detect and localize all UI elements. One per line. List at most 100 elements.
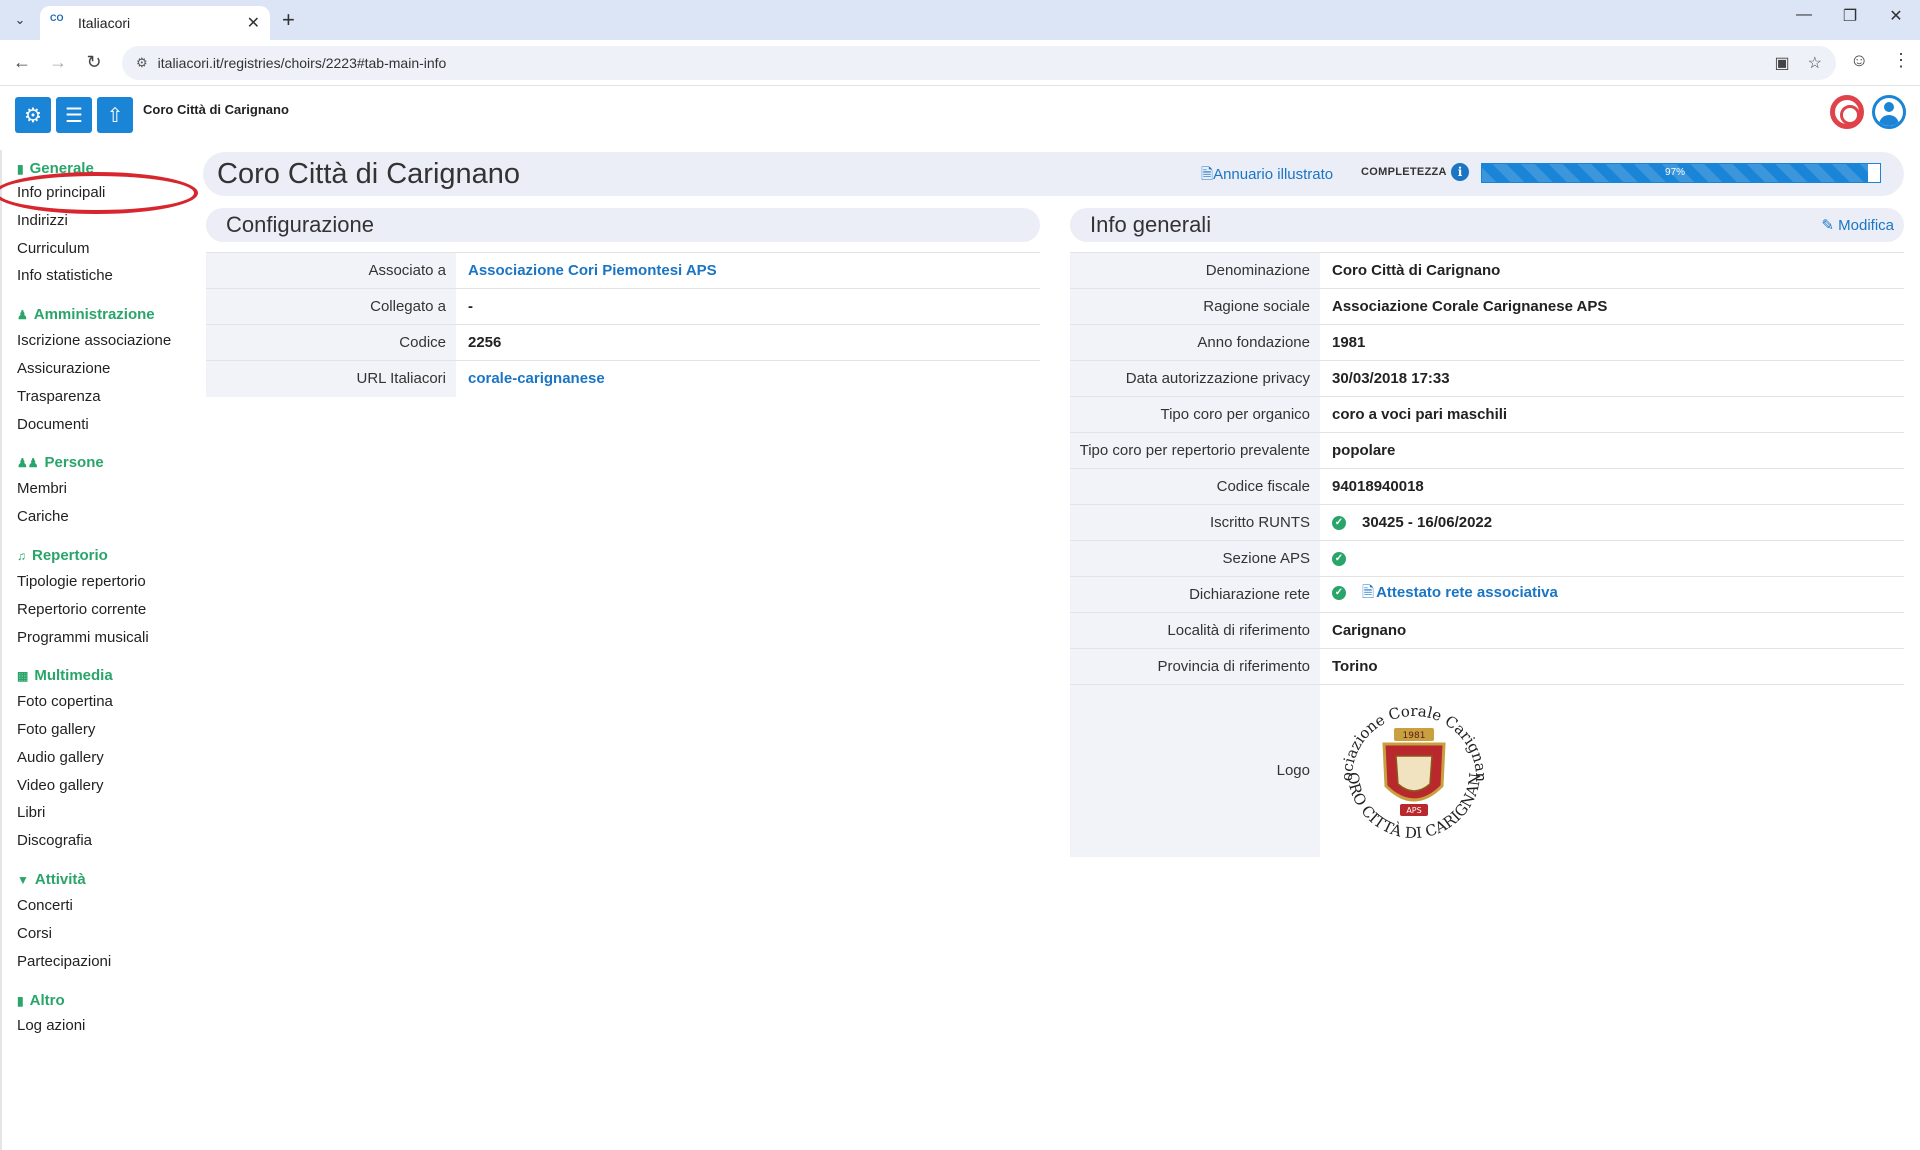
pencil-icon: ✎: [1821, 217, 1834, 234]
check-badge-icon: ▮: [17, 161, 24, 176]
info-key: Località di riferimento: [1070, 612, 1320, 649]
chevron-circle-icon: ▼: [17, 872, 29, 887]
lifebuoy-help-icon[interactable]: [1830, 95, 1864, 129]
config-value: 2256: [468, 334, 502, 351]
sidebar-item-log-azioni[interactable]: Log azioni: [17, 1017, 85, 1034]
window-close-icon[interactable]: ✕: [1876, 6, 1916, 26]
browser-tab[interactable]: CO Italiacori ✕: [40, 6, 270, 40]
sidebar-item-trasparenza[interactable]: Trasparenza: [17, 388, 101, 405]
sidebar-section-multimedia: ▦ Multimedia: [17, 667, 113, 684]
annuario-illustrato-link[interactable]: 🗎Annuario illustrato: [1201, 164, 1333, 189]
info-key: Iscritto RUNTS: [1070, 504, 1320, 541]
forward-arrow-icon[interactable]: →: [46, 52, 70, 73]
page-title: Coro Città di Carignano: [217, 158, 521, 190]
address-bar[interactable]: ⚙ italiacori.it/registries/choirs/2223#t…: [122, 46, 1836, 80]
user-avatar-icon[interactable]: [1872, 95, 1906, 129]
minimize-icon[interactable]: —: [1784, 6, 1824, 24]
info-value: Torino: [1332, 658, 1378, 675]
check-circle-icon: ✓: [1332, 516, 1346, 531]
settings-gear-button[interactable]: ⚙: [15, 97, 51, 133]
info-row: Codice fiscale 94018940018: [1070, 468, 1904, 505]
profile-icon[interactable]: ☺: [1850, 50, 1868, 71]
tab-search-chevron-icon[interactable]: ⌄: [8, 8, 32, 32]
install-app-icon[interactable]: ▣: [1775, 53, 1790, 73]
choir-logo: Associazione Corale Carignanese CORO CIT…: [1334, 688, 1490, 842]
sidebar-item-audio-gallery[interactable]: Audio gallery: [17, 749, 104, 766]
multimedia-icon: ▦: [17, 668, 29, 683]
sidebar-item-programmi-musicali[interactable]: Programmi musicali: [17, 629, 149, 646]
browser-menu-icon[interactable]: ⋮: [1892, 50, 1910, 71]
config-value-link[interactable]: corale-carignanese: [468, 370, 605, 387]
sidebar-item-iscrizione-associazione[interactable]: Iscrizione associazione: [17, 332, 171, 349]
restore-icon[interactable]: ❐: [1830, 6, 1870, 26]
sidebar-item-tipologie-repertorio[interactable]: Tipologie repertorio: [17, 573, 146, 590]
app-header: ⚙ ☰ ⇧ Coro Città di Carignano: [0, 87, 1920, 143]
sidebar-item-membri[interactable]: Membri: [17, 480, 67, 497]
sidebar-section-amministrazione: ♟ Amministrazione: [17, 306, 155, 323]
site-settings-icon[interactable]: ⚙: [136, 55, 148, 71]
config-row: URL Italiacori corale-carignanese: [206, 360, 1040, 397]
sidebar-item-corsi[interactable]: Corsi: [17, 925, 52, 942]
page-title-bar: Coro Città di Carignano 🗎Annuario illust…: [203, 152, 1904, 196]
info-row: Data autorizzazione privacy 30/03/2018 17…: [1070, 360, 1904, 397]
sidebar-item-documenti[interactable]: Documenti: [17, 416, 89, 433]
info-generali-title: Info generali: [1090, 212, 1212, 237]
info-value: coro a voci pari maschili: [1332, 406, 1508, 423]
sidebar-item-info-statistiche[interactable]: Info statistiche: [17, 267, 113, 284]
reload-icon[interactable]: ↻: [82, 52, 106, 73]
info-key: Data autorizzazione privacy: [1070, 360, 1320, 397]
sidebar-item-discografia[interactable]: Discografia: [17, 832, 92, 849]
info-row: Ragione sociale Associazione Corale Carig…: [1070, 288, 1904, 325]
info-key: Ragione sociale: [1070, 288, 1320, 325]
check-circle-icon: ✓: [1332, 552, 1346, 567]
tab-close-icon[interactable]: ✕: [247, 13, 260, 33]
upload-button[interactable]: ⇧: [97, 97, 133, 133]
logo-badge: APS: [1406, 806, 1421, 815]
attestato-link[interactable]: 🗎 Attestato rete associativa: [1362, 584, 1558, 601]
modifica-button[interactable]: ✎ Modifica: [1821, 216, 1894, 234]
config-key: Collegato a: [206, 288, 456, 325]
sidebar-item-partecipazioni[interactable]: Partecipazioni: [17, 953, 111, 970]
info-row: Località di riferimento Carignano: [1070, 612, 1904, 649]
configurazione-title: Configurazione: [226, 212, 374, 237]
sidebar-item-curriculum[interactable]: Curriculum: [17, 240, 90, 257]
info-row: Provincia di riferimento Torino: [1070, 648, 1904, 685]
menu-button[interactable]: ☰: [56, 97, 92, 133]
sidebar-item-foto-gallery[interactable]: Foto gallery: [17, 721, 95, 738]
favicon: CO: [50, 13, 64, 23]
sidebar-item-libri[interactable]: Libri: [17, 804, 45, 821]
sidebar-item-foto-copertina[interactable]: Foto copertina: [17, 693, 113, 710]
info-value: 94018940018: [1332, 478, 1424, 495]
tab-title: Italiacori: [78, 15, 131, 31]
sidebar-section-repertorio: ♫ Repertorio: [17, 547, 108, 564]
config-key: URL Italiacori: [206, 360, 456, 397]
info-value: Associazione Corale Carignanese APS: [1332, 298, 1608, 315]
completezza-label: COMPLETEZZA: [1361, 166, 1447, 178]
config-row: Associato a Associazione Cori Piemontesi …: [206, 252, 1040, 289]
new-tab-plus-icon[interactable]: +: [282, 8, 295, 32]
sidebar-section-altro: ▮ Altro: [17, 992, 65, 1009]
sidebar-item-assicurazione[interactable]: Assicurazione: [17, 360, 110, 377]
bookmark-star-icon[interactable]: ☆: [1808, 53, 1822, 73]
sidebar-item-indirizzi[interactable]: Indirizzi: [17, 212, 68, 229]
info-value: 30425 - 16/06/2022: [1362, 514, 1493, 531]
config-value-link[interactable]: Associazione Cori Piemontesi APS: [468, 262, 717, 279]
person-icon: ♟: [17, 307, 28, 322]
info-key: Denominazione: [1070, 252, 1320, 289]
red-circle-annotation: [0, 172, 198, 214]
sidebar-item-concerti[interactable]: Concerti: [17, 897, 73, 914]
info-circle-icon[interactable]: i: [1451, 163, 1469, 181]
config-row: Codice 2256: [206, 324, 1040, 361]
info-key: Dichiarazione rete: [1070, 576, 1320, 613]
sidebar-item-repertorio-corrente[interactable]: Repertorio corrente: [17, 601, 146, 618]
back-arrow-icon[interactable]: ←: [10, 52, 34, 73]
info-key: Logo: [1070, 684, 1320, 857]
config-row: Collegato a-: [206, 288, 1040, 325]
browser-tabstrip: ⌄ CO Italiacori ✕ + — ❐ ✕: [0, 0, 1920, 40]
info-key: Tipo coro per repertorio prevalente: [1070, 432, 1320, 469]
info-key: Tipo coro per organico: [1070, 396, 1320, 433]
sidebar-item-cariche[interactable]: Cariche: [17, 508, 69, 525]
sidebar-item-video-gallery[interactable]: Video gallery: [17, 777, 103, 794]
pdf-file-icon: 🗎: [1201, 166, 1214, 183]
configurazione-table: Associato a Associazione Cori Piemontesi …: [206, 252, 1040, 397]
